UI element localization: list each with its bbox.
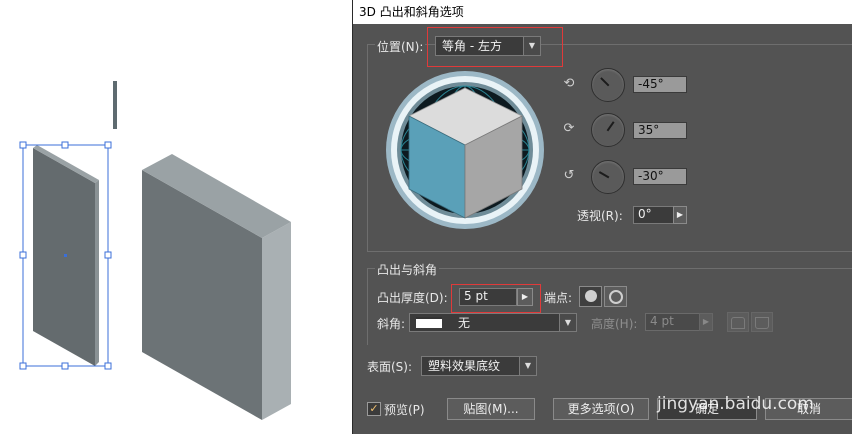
- perspective-slider-button[interactable]: ▶: [673, 206, 687, 224]
- bevel-in-button: [751, 312, 773, 332]
- extrude-depth-label: 凸出厚度(D):: [377, 291, 448, 305]
- chevron-down-icon: ▼: [519, 357, 536, 375]
- 3d-extrude-bevel-dialog: 3D 凸出和斜角选项 位置(N): 等角 - 左方 ▼ ⟲ -45° ⟳ 35°: [352, 0, 852, 434]
- x-rotation-dial[interactable]: [591, 68, 625, 102]
- y-dial-needle: [606, 121, 615, 132]
- bevel-in-icon: [755, 317, 769, 329]
- y-rotation-field[interactable]: 35°: [633, 122, 687, 139]
- bevel-swatch: [416, 317, 442, 328]
- extrude-section-label: 凸出与斜角: [375, 261, 440, 278]
- x-axis-rotate-icon: ⟲: [563, 76, 575, 91]
- preview-label[interactable]: 预览(P): [384, 401, 425, 418]
- x-rotation-field[interactable]: -45°: [633, 76, 687, 93]
- height-slider-button: ▶: [699, 313, 713, 331]
- surface-value: 塑料效果底纹: [428, 359, 501, 373]
- z-rotation-field[interactable]: -30°: [633, 168, 687, 185]
- large-slab-side: [262, 222, 291, 420]
- dialog-title: 3D 凸出和斜角选项: [353, 0, 852, 24]
- bevel-value: 无: [458, 316, 471, 330]
- z-dial-needle: [598, 171, 610, 179]
- map-button[interactable]: 贴图(M)...: [447, 398, 535, 420]
- artboard-canvas[interactable]: [0, 0, 352, 434]
- y-axis-rotate-icon: ⟳: [563, 121, 575, 136]
- chevron-down-icon: ▼: [559, 314, 576, 331]
- height-value: 4 pt: [650, 314, 674, 328]
- height-label: 高度(H):: [591, 317, 638, 331]
- rotation-track-cube[interactable]: [377, 70, 553, 230]
- perspective-value: 0°: [638, 207, 652, 221]
- large-3d-slab[interactable]: [0, 0, 352, 434]
- surface-dropdown[interactable]: 塑料效果底纹 ▼: [421, 356, 537, 376]
- position-highlight-box: [427, 27, 563, 67]
- z-axis-rotate-icon: ↺: [563, 168, 575, 183]
- position-label: 位置(N):: [375, 38, 426, 55]
- cap-off-icon: [608, 290, 623, 304]
- watermark-text: jingyan.baidu.com: [657, 394, 814, 414]
- preview-checkbox[interactable]: ✓: [367, 402, 381, 416]
- bevel-out-icon: [731, 317, 745, 329]
- z-rotation-dial[interactable]: [591, 160, 625, 194]
- cap-off-button[interactable]: [604, 286, 627, 307]
- extrude-depth-highlight-box: [451, 284, 541, 313]
- x-dial-needle: [600, 77, 610, 87]
- height-field: 4 pt: [645, 313, 701, 331]
- cap-label: 端点:: [544, 291, 573, 305]
- cap-on-button[interactable]: [579, 286, 602, 307]
- bevel-label: 斜角:: [377, 317, 406, 331]
- y-rotation-dial[interactable]: [591, 113, 625, 147]
- more-options-button[interactable]: 更多选项(O): [553, 398, 649, 420]
- cap-on-icon: [584, 290, 597, 302]
- perspective-label: 透视(R):: [577, 209, 623, 223]
- surface-label: 表面(S):: [367, 360, 413, 374]
- bevel-out-button: [727, 312, 749, 332]
- bevel-dropdown[interactable]: 无 ▼: [409, 313, 577, 332]
